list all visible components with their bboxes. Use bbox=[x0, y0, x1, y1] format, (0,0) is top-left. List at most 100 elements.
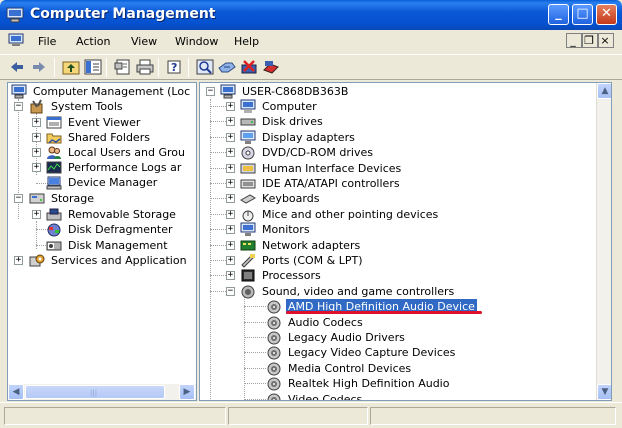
expand-toggle[interactable]: + bbox=[32, 163, 41, 172]
expand-toggle[interactable]: + bbox=[32, 118, 41, 127]
expand-toggle[interactable]: + bbox=[226, 194, 235, 204]
tree-label: System Tools bbox=[51, 100, 123, 113]
status-bar bbox=[0, 402, 622, 428]
computer-management-icon bbox=[11, 84, 27, 99]
status-cell bbox=[228, 407, 368, 425]
expand-toggle[interactable]: + bbox=[226, 163, 235, 173]
expand-toggle[interactable]: + bbox=[226, 256, 235, 265]
tree-label: DVD/CD-ROM drives bbox=[262, 146, 373, 160]
tree-label: Disk Management bbox=[68, 239, 168, 252]
expand-toggle[interactable]: + bbox=[226, 148, 235, 158]
scroll-up-button[interactable]: ▲ bbox=[597, 83, 611, 99]
tree-label: IDE ATA/ATAPI controllers bbox=[262, 177, 400, 190]
device-category-icon bbox=[240, 179, 256, 189]
expand-toggle[interactable]: + bbox=[32, 148, 41, 157]
scroll-thumb[interactable]: ||| bbox=[25, 385, 165, 399]
close-button[interactable]: ✕ bbox=[596, 4, 617, 25]
device-category-icon bbox=[242, 210, 254, 222]
expand-toggle[interactable]: + bbox=[14, 256, 23, 265]
tree-label: Storage bbox=[51, 192, 95, 205]
collapse-toggle[interactable]: − bbox=[206, 87, 215, 96]
speaker-device-icon bbox=[267, 346, 281, 360]
scan-hardware-icon[interactable] bbox=[196, 59, 214, 75]
tree-label: Monitors bbox=[262, 223, 310, 237]
device-category-icon bbox=[240, 130, 256, 144]
minimize-button[interactable]: _ bbox=[548, 4, 569, 25]
expand-toggle[interactable]: + bbox=[226, 132, 235, 142]
expand-toggle[interactable]: + bbox=[226, 225, 235, 235]
status-cell bbox=[4, 407, 226, 425]
tree-label: Disk Defragmenter bbox=[68, 223, 173, 236]
menu-help[interactable]: Help bbox=[234, 35, 259, 48]
expand-toggle[interactable]: + bbox=[226, 271, 235, 281]
device-manager-icon bbox=[46, 176, 62, 190]
expand-toggle[interactable]: + bbox=[226, 240, 235, 250]
menu-window[interactable]: Window bbox=[175, 35, 218, 48]
disk-management-icon bbox=[46, 241, 62, 251]
menu-bar: File Action View Window Help _ ❐ × bbox=[0, 30, 622, 52]
defragmenter-icon bbox=[47, 223, 61, 237]
scroll-right-button[interactable]: ▶ bbox=[179, 384, 195, 400]
vertical-scrollbar[interactable]: ▲ ▼ bbox=[596, 83, 611, 400]
child-minimize-button[interactable]: _ bbox=[566, 33, 582, 48]
window-title: Computer Management bbox=[30, 6, 216, 22]
update-driver-icon[interactable] bbox=[218, 59, 236, 75]
disable-device-icon[interactable] bbox=[262, 59, 280, 75]
expand-toggle[interactable]: + bbox=[226, 117, 235, 127]
speaker-device-icon bbox=[267, 331, 281, 345]
uninstall-icon[interactable] bbox=[240, 59, 258, 75]
title-bar[interactable]: Computer Management _ □ ✕ bbox=[0, 0, 622, 30]
tree-label: Removable Storage bbox=[68, 208, 176, 221]
tree-label: Local Users and Grou bbox=[68, 146, 186, 159]
expand-toggle[interactable]: + bbox=[32, 133, 41, 142]
computer-icon bbox=[220, 84, 236, 99]
speaker-device-icon bbox=[267, 377, 281, 391]
properties-icon[interactable] bbox=[114, 59, 132, 75]
menu-file[interactable]: File bbox=[38, 35, 56, 48]
device-category-icon bbox=[240, 99, 256, 113]
tree-label: Computer bbox=[262, 100, 317, 113]
console-icon[interactable] bbox=[8, 33, 24, 47]
tree-label: USER-C868DB363B bbox=[242, 85, 349, 98]
show-hide-tree-icon[interactable] bbox=[84, 59, 102, 75]
collapse-toggle[interactable]: − bbox=[14, 194, 23, 203]
help-icon[interactable]: ? bbox=[166, 59, 184, 75]
maximize-button[interactable]: □ bbox=[572, 4, 593, 25]
collapse-toggle[interactable]: − bbox=[226, 286, 235, 296]
device-category-icon bbox=[241, 269, 255, 282]
expand-toggle[interactable]: + bbox=[32, 210, 41, 219]
tree-label: Video Codecs bbox=[288, 392, 363, 401]
up-level-icon[interactable] bbox=[62, 59, 80, 75]
expand-toggle[interactable]: + bbox=[226, 102, 235, 111]
tree-label: Network adapters bbox=[262, 238, 361, 252]
performance-icon bbox=[46, 161, 62, 174]
tree-label: Display adapters bbox=[262, 130, 355, 144]
svg-text:?: ? bbox=[171, 61, 177, 74]
menu-view[interactable]: View bbox=[131, 35, 157, 48]
expand-toggle[interactable]: + bbox=[226, 179, 235, 188]
speaker-device-icon bbox=[267, 393, 281, 400]
device-tree-pane[interactable]: − USER-C868DB363B ▲ ▼ + Computer + Disk dri… bbox=[199, 82, 612, 401]
horizontal-scrollbar[interactable]: ◀ ||| ▶ bbox=[8, 384, 196, 400]
tree-label: Services and Application bbox=[51, 254, 187, 267]
child-restore-button[interactable]: ❐ bbox=[582, 33, 598, 48]
tree-label: Legacy Video Capture Devices bbox=[288, 346, 456, 360]
collapse-toggle[interactable]: − bbox=[14, 102, 23, 111]
removable-storage-icon bbox=[46, 208, 62, 221]
back-arrow-icon[interactable] bbox=[8, 59, 26, 75]
child-close-button[interactable]: × bbox=[598, 33, 614, 48]
forward-arrow-icon[interactable] bbox=[30, 59, 48, 75]
tree-label: Processors bbox=[262, 269, 321, 283]
tree-label: Shared Folders bbox=[68, 131, 150, 144]
tree-label: Audio Codecs bbox=[288, 315, 363, 329]
tree-label: Event Viewer bbox=[68, 116, 141, 129]
print-icon[interactable] bbox=[136, 59, 154, 75]
scroll-down-button[interactable]: ▼ bbox=[597, 384, 611, 400]
speaker-device-icon bbox=[267, 300, 281, 314]
expand-toggle[interactable]: + bbox=[226, 209, 235, 219]
device-category-icon bbox=[241, 285, 255, 299]
console-tree-pane[interactable]: Computer Management (Loc − System Tools … bbox=[7, 82, 197, 401]
menu-action[interactable]: Action bbox=[76, 35, 110, 48]
tree-label: Mice and other pointing devices bbox=[262, 207, 439, 221]
scroll-left-button[interactable]: ◀ bbox=[8, 384, 24, 400]
